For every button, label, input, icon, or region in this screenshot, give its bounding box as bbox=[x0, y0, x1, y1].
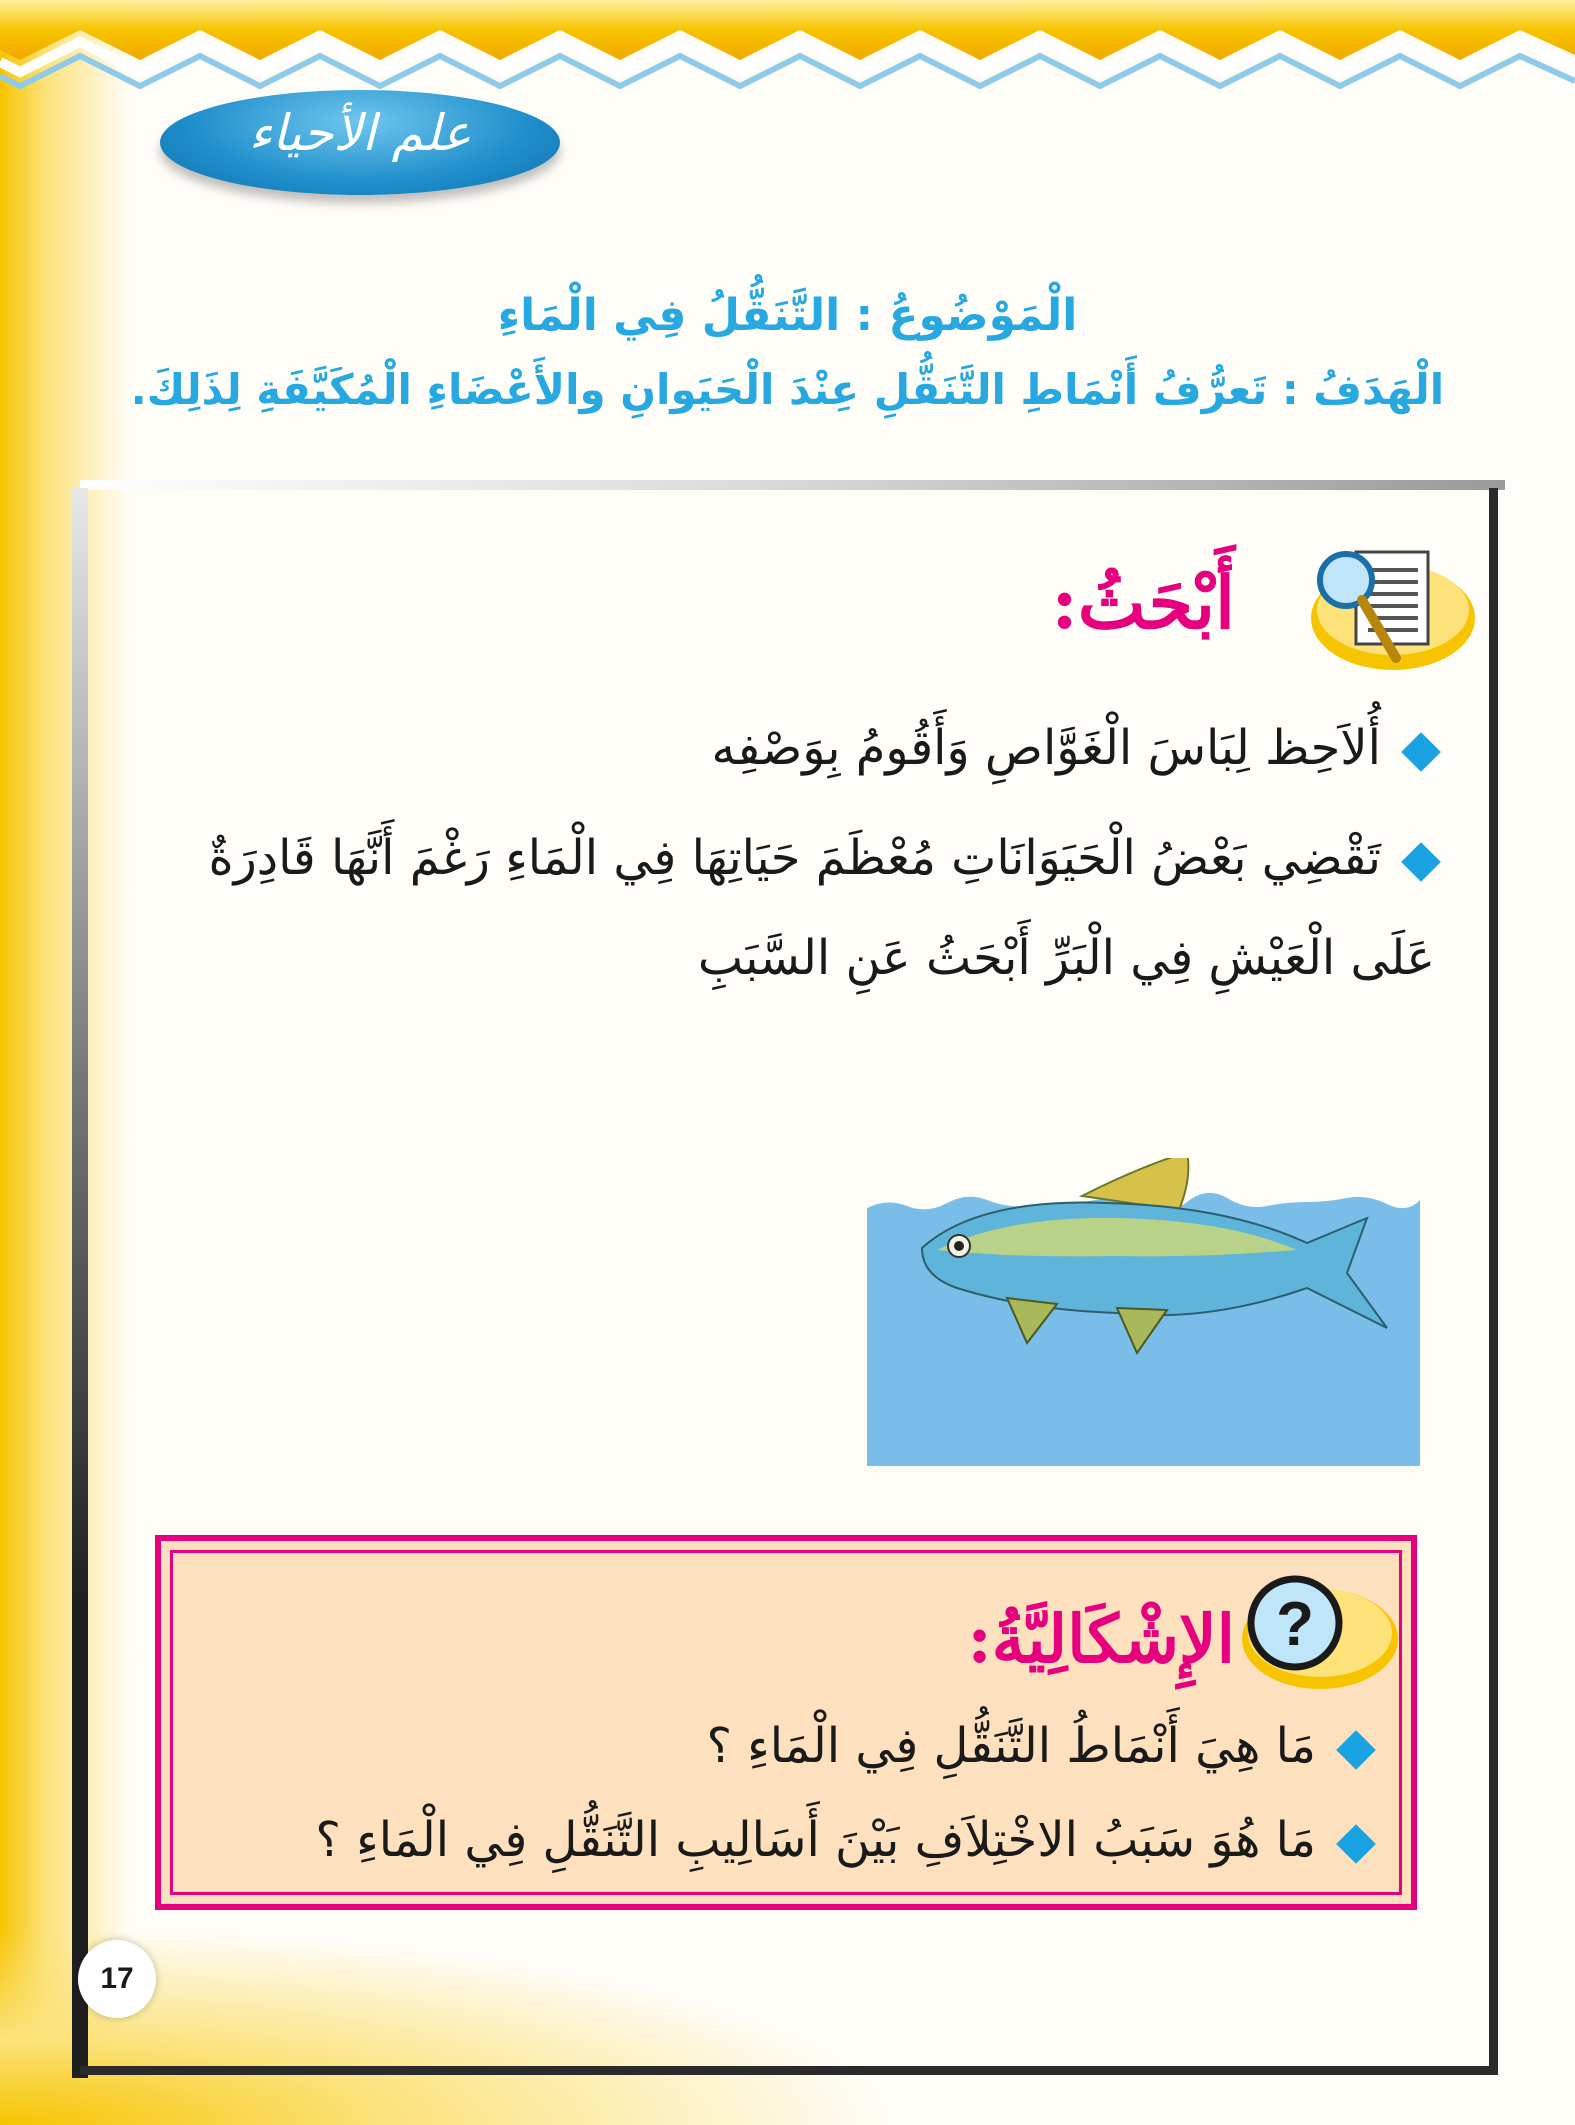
question-mark-icon: ? bbox=[1242, 1575, 1398, 1689]
research-item: تَقْضِي بَعْضُ الْحَيَوَانَاتِ مُعْظَمَ … bbox=[208, 830, 1441, 886]
research-item-continuation: عَلَى الْعَيْشِ فِي الْبَرِّ أَبْحَثُ عَ… bbox=[697, 930, 1435, 986]
question-mark-glyph: ? bbox=[1276, 1590, 1314, 1659]
diamond-bullet-icon bbox=[1401, 841, 1441, 882]
problem-heading: الإِشْكَالِيَّةُ: bbox=[967, 1600, 1235, 1678]
page-number: 17 bbox=[78, 1940, 156, 2018]
diamond-bullet-icon bbox=[1401, 731, 1441, 772]
document-magnifier-icon bbox=[1311, 550, 1475, 670]
lesson-goal: الْهَدَفُ : تَعرُّفُ أَنْمَاطِ التَّنَقُ… bbox=[130, 365, 1445, 414]
research-item: أُلاَحِظ لِبَاسَ الْغَوَّاصِ وَأَقُومُ ب… bbox=[712, 720, 1441, 776]
diamond-bullet-icon bbox=[1336, 1823, 1376, 1864]
diamond-bullet-icon bbox=[1336, 1729, 1376, 1770]
subject-label: علم الأحياء bbox=[248, 104, 472, 162]
lesson-topic: الْمَوْضُوعُ : التَّنَقُّلُ فِي الْمَاءِ bbox=[497, 290, 1078, 341]
problem-item: مَا هِيَ أَنْمَاطُ التَّنَقُّلِ فِي الْم… bbox=[706, 1718, 1376, 1774]
research-heading: أَبْحَثُ: bbox=[1051, 560, 1235, 645]
problem-item: مَا هُوَ سَبَبُ الاخْتِلاَفِ بَيْنَ أَسَ… bbox=[315, 1812, 1376, 1868]
fish-in-water-image bbox=[867, 1158, 1420, 1466]
